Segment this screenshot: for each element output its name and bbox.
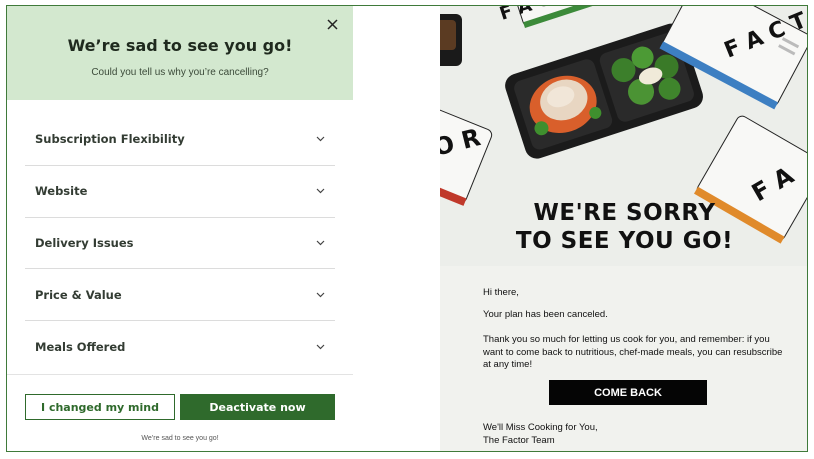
reason-label: Delivery Issues [35, 235, 134, 250]
signoff-line-1: We'll Miss Cooking for You, [483, 422, 598, 433]
footer-note: We’re sad to see you go! [141, 435, 219, 442]
chevron-down-icon [315, 342, 325, 352]
hero-image: F A C F A C T O R F A WE'RE SORRY TO SEE… [440, 6, 807, 266]
email-headline: WE'RE SORRY TO SEE YOU GO! [440, 199, 807, 255]
reason-list: Subscription Flexibility Website Deliver… [25, 114, 335, 373]
cancel-modal: We’re sad to see you go! Could you tell … [7, 6, 353, 451]
reason-website[interactable]: Website [25, 166, 335, 218]
reason-delivery-issues[interactable]: Delivery Issues [25, 218, 335, 270]
come-back-button[interactable]: COME BACK [549, 380, 707, 405]
chevron-down-icon [315, 186, 325, 196]
greeting: Hi there, [483, 287, 519, 298]
reason-price-value[interactable]: Price & Value [25, 269, 335, 322]
reason-label: Subscription Flexibility [35, 132, 185, 147]
email-body: Hi there, Your plan has been canceled. T… [440, 266, 807, 451]
reason-label: Price & Value [35, 287, 122, 302]
reason-meals-offered[interactable]: Meals Offered [25, 321, 335, 373]
modal-header: We’re sad to see you go! Could you tell … [7, 6, 353, 100]
email-message: Thank you so much for letting us cook fo… [483, 334, 783, 370]
changed-mind-button[interactable]: I changed my mind [25, 394, 175, 420]
modal-subtitle: Could you tell us why you’re cancelling? [91, 67, 269, 78]
footer-divider [7, 374, 353, 375]
close-button[interactable] [323, 15, 341, 33]
plan-status: Your plan has been canceled. [483, 309, 608, 320]
signoff-line-2: The Factor Team [483, 435, 555, 446]
chevron-down-icon [315, 238, 325, 248]
close-icon [326, 18, 338, 30]
modal-title: We’re sad to see you go! [67, 36, 293, 55]
headline-line-2: TO SEE YOU GO! [515, 228, 734, 254]
chevron-down-icon [315, 134, 325, 144]
deactivate-button[interactable]: Deactivate now [180, 394, 335, 420]
screenshot-frame: We’re sad to see you go! Could you tell … [6, 5, 808, 452]
reason-subscription-flexibility[interactable]: Subscription Flexibility [25, 114, 335, 166]
chevron-down-icon [315, 290, 325, 300]
headline-line-1: WE'RE SORRY [533, 200, 716, 226]
email-preview: F A C F A C T O R F A WE'RE SORRY TO SEE… [440, 6, 807, 451]
reason-label: Website [35, 184, 88, 199]
reason-label: Meals Offered [35, 340, 126, 355]
